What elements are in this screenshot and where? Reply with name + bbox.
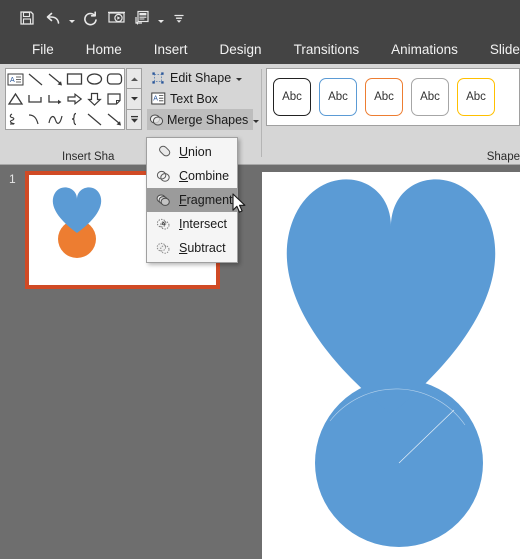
shapes-gallery[interactable]: A [5,68,125,130]
heart-shape [52,187,102,233]
title-bar [0,0,520,36]
merge-shapes-dropdown-menu: Union Combine Fragment Intersect Subtrac… [146,137,238,263]
arrow-pointer-cursor [232,193,247,220]
merge-intersect-icon [151,217,175,232]
merge-shapes-button[interactable]: Merge Shapes [147,109,260,130]
shape-triangle-shape[interactable] [6,89,26,109]
undo-dropdown-caret[interactable] [66,3,77,33]
merge-fragment-icon [151,193,175,208]
tab-design[interactable]: Design [204,36,278,64]
edit-shape-label: Edit Shape [170,70,232,85]
more-shapes-icon[interactable] [126,108,142,130]
tab-file[interactable]: File [16,36,70,64]
shape-line-arrow-shape[interactable] [45,69,65,89]
menu-item-label: Fragment [179,193,233,207]
shape-oval-shape[interactable] [85,69,105,89]
group-insert-shapes: A Edit Shape A Text Box Merge Shapes Ins… [0,64,260,164]
shape-freeform-curve-shape[interactable] [45,109,65,129]
merge-subtract-icon [151,241,175,256]
quick-access-toolbar [14,0,192,36]
shape-elbow-connector-shape[interactable] [26,89,46,109]
text-box-icon: A [149,92,167,105]
svg-text:A: A [10,77,15,84]
shape-style-swatch[interactable]: Abc [365,78,403,116]
shape-rectangle-shape[interactable] [65,69,85,89]
powerpoint-window: File Home Insert Design Transitions Anim… [0,0,520,559]
merge-shapes-label: Merge Shapes [167,112,249,127]
shape-style-swatch[interactable]: Abc [273,78,311,116]
shape-line-shape[interactable] [26,69,46,89]
ribbon-group-separator [261,69,262,157]
shape-elbow-arrow-connector-shape[interactable] [45,89,65,109]
menu-item-label: Union [179,145,212,159]
customize-qat-icon[interactable] [166,3,192,33]
edit-shape-icon [149,71,167,85]
tab-insert[interactable]: Insert [138,36,204,64]
shape-rounded-rectangle-shape[interactable] [104,69,124,89]
shape-folded-corner-shape[interactable] [104,89,124,109]
svg-text:A: A [153,96,158,103]
group-label-shape-styles: Shape [486,151,520,163]
chevron-down-icon [68,20,75,23]
redo-icon[interactable] [77,3,103,33]
menu-item-label: Subtract [179,241,226,255]
ribbon-tab-bar: File Home Insert Design Transitions Anim… [0,36,520,64]
chevron-down-icon [157,20,164,23]
shape-curve-shape[interactable] [26,109,46,129]
shapes-gallery-scrollbar[interactable] [126,68,142,130]
menu-item-fragment[interactable]: Fragment [147,188,237,212]
ribbon: A Edit Shape A Text Box Merge Shapes Ins… [0,64,520,165]
scroll-down-icon[interactable] [126,88,142,109]
scroll-up-icon[interactable] [126,68,142,89]
group-label-insert-shapes: Insert Sha [62,151,115,163]
tab-slide-show[interactable]: Slide Show [474,36,520,64]
tab-home[interactable]: Home [70,36,138,64]
shape-right-arrow-shape[interactable] [65,89,85,109]
shape-style-swatch[interactable]: Abc [457,78,495,116]
slide-layout-dropdown-caret[interactable] [155,3,166,33]
menu-item-combine[interactable]: Combine [147,164,237,188]
heart-shape [286,179,496,414]
shape-brace-shape[interactable] [65,109,85,129]
menu-item-label: Intersect [179,217,227,231]
edit-shape-button[interactable]: Edit Shape [147,67,253,88]
slide-canvas[interactable] [262,172,520,559]
canvas-shapes [286,179,496,547]
tab-transitions[interactable]: Transitions [278,36,376,64]
undo-icon[interactable] [40,3,66,33]
shape-scribble-shape[interactable] [6,109,26,129]
present-icon[interactable] [103,3,129,33]
menu-item-subtract[interactable]: Subtract [147,236,237,260]
save-icon[interactable] [14,3,40,33]
chevron-down-icon[interactable] [236,77,243,81]
slide-editing-area [249,165,520,559]
shape-styles-gallery[interactable]: Abc Abc Abc Abc Abc [266,68,520,126]
slide-number: 1 [9,172,16,186]
shape-line-arrow-diagonal-shape[interactable] [104,109,124,129]
merge-shapes-icon [149,113,164,127]
merge-combine-icon [151,169,175,184]
merge-union-icon [151,145,175,160]
text-box-label: Text Box [170,91,218,106]
text-box-button[interactable]: A Text Box [147,88,253,109]
tab-animations[interactable]: Animations [375,36,474,64]
chevron-down-icon[interactable] [253,119,260,123]
shape-textbox-shape[interactable]: A [6,69,26,89]
shape-style-swatch[interactable]: Abc [411,78,449,116]
insert-shapes-commands: Edit Shape A Text Box Merge Shapes [147,67,260,130]
shape-style-swatch[interactable]: Abc [319,78,357,116]
menu-item-label: Combine [179,169,230,183]
menu-item-intersect[interactable]: Intersect [147,212,237,236]
shape-line-diagonal-shape[interactable] [85,109,105,129]
menu-item-union[interactable]: Union [147,140,237,164]
slide-layout-icon[interactable] [129,3,155,33]
shape-down-arrow-shape[interactable] [85,89,105,109]
group-shape-styles: Abc Abc Abc Abc Abc Shape [264,64,520,164]
